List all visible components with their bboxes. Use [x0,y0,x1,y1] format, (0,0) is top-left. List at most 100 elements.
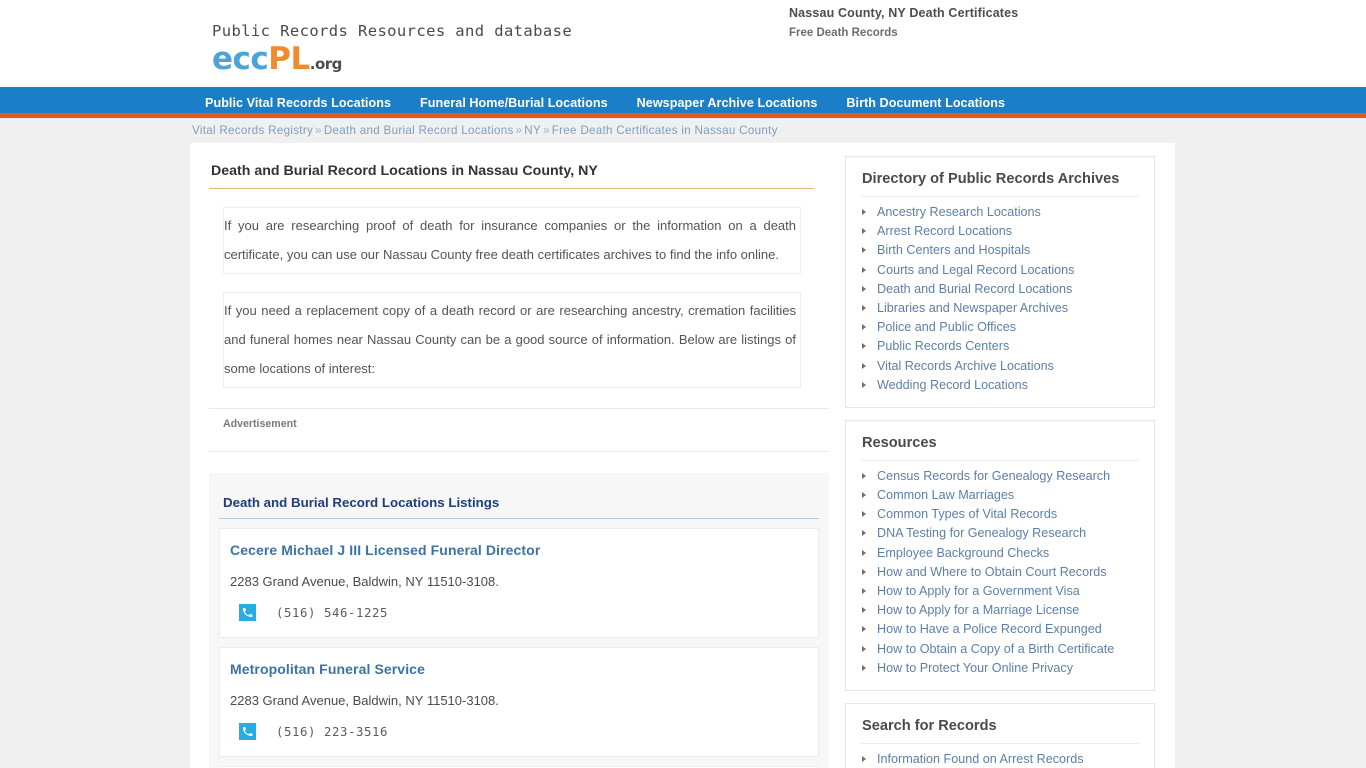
sidebar-box-resources: Resources Census Records for Genealogy R… [845,419,1155,691]
sidebar-link[interactable]: Arrest Record Locations [877,224,1012,238]
arrow-right-icon [862,664,866,671]
arrow-right-icon [862,588,866,594]
sidebar-link[interactable]: How to Obtain a Copy of a Birth Certific… [877,642,1114,656]
list-item[interactable]: How to Apply for a Marriage License [860,603,1140,618]
breadcrumb-item-current: Free Death Certificates in Nassau County [551,124,778,137]
arrow-right-icon [862,324,866,331]
breadcrumb: Vital Records Registry» Death and Burial … [192,124,778,137]
list-item[interactable]: How to Protect Your Online Privacy [860,661,1140,676]
sidebar-link[interactable]: Libraries and Newspaper Archives [877,301,1068,315]
list-item[interactable]: Police and Public Offices [860,320,1140,335]
arrow-right-icon [862,285,866,292]
listing-card: Cecere Michael J III Licensed Funeral Di… [219,528,819,638]
sidebar-link[interactable]: Census Records for Genealogy Research [877,469,1110,483]
listing-name[interactable]: Metropolitan Funeral Service [230,661,806,677]
listings-section-title: Death and Burial Record Locations Listin… [219,495,819,519]
nav-item-birth-document-locations[interactable]: Birth Document Locations [846,96,1005,110]
sidebar-link[interactable]: How to Have a Police Record Expunged [877,622,1102,636]
list-item[interactable]: Libraries and Newspaper Archives [860,301,1140,316]
list-item[interactable]: Courts and Legal Record Locations [860,263,1140,278]
breadcrumb-separator: » [543,124,550,137]
arrow-right-icon [862,492,866,499]
list-item[interactable]: Wedding Record Locations [860,378,1140,393]
list-item[interactable]: Public Records Centers [860,339,1140,354]
arrow-right-icon [862,247,866,254]
page-title: Death and Burial Record Locations in Nas… [209,155,814,189]
sidebar-link[interactable]: How to Apply for a Marriage License [877,603,1079,617]
listing-address: 2283 Grand Avenue, Baldwin, NY 11510-310… [230,693,499,708]
arrow-right-icon [862,626,866,633]
page-shell: Death and Burial Record Locations in Nas… [0,143,1366,768]
list-item[interactable]: How and Where to Obtain Court Records [860,565,1140,580]
arrow-right-icon [862,266,866,273]
sidebar-link[interactable]: Ancestry Research Locations [877,205,1041,219]
nav-item-funeral-home-burial-locations[interactable]: Funeral Home/Burial Locations [420,96,608,110]
sidebar-link[interactable]: DNA Testing for Genealogy Research [877,526,1086,540]
arrow-right-icon [862,530,866,537]
sidebar-link[interactable]: How and Where to Obtain Court Records [877,565,1107,579]
brand-block[interactable]: Public Records Resources and database ec… [212,22,572,75]
breadcrumb-bar: Vital Records Registry» Death and Burial … [0,118,1366,143]
breadcrumb-item-death-and-burial-record-locations[interactable]: Death and Burial Record Locations [324,124,514,137]
listing-phone-row[interactable]: (516) 546-1225 [230,604,806,621]
sidebar-box-directory: Directory of Public Records Archives Anc… [845,156,1155,408]
listing-name[interactable]: Cecere Michael J III Licensed Funeral Di… [230,542,806,558]
nav-item-public-vital-records-locations[interactable]: Public Vital Records Locations [205,96,391,110]
breadcrumb-item-vital-records-registry[interactable]: Vital Records Registry [192,124,313,137]
logo-text-pl: PL [268,41,310,77]
sidebar-link[interactable]: Death and Burial Record Locations [877,282,1072,296]
sidebar-link[interactable]: Police and Public Offices [877,320,1016,334]
sidebar-link-list: Census Records for Genealogy Research Co… [860,469,1140,676]
list-item[interactable]: How to Have a Police Record Expunged [860,622,1140,637]
sidebar-link-list: Information Found on Arrest Records Morm… [860,752,1140,768]
advertisement-label: Advertisement [223,418,297,430]
header-page-heading: Nassau County, NY Death Certificates Fre… [789,6,1018,39]
list-item[interactable]: How to Apply for a Government Visa [860,584,1140,599]
sidebar-link[interactable]: Birth Centers and Hospitals [877,243,1030,257]
sidebar-link[interactable]: Vital Records Archive Locations [877,359,1054,373]
breadcrumb-item-ny[interactable]: NY [524,124,541,137]
sidebar-link[interactable]: Information Found on Arrest Records [877,752,1084,766]
listing-address: 2283 Grand Avenue, Baldwin, NY 11510-310… [230,574,499,589]
nav-item-newspaper-archive-locations[interactable]: Newspaper Archive Locations [637,96,818,110]
sidebar-link-list: Ancestry Research Locations Arrest Recor… [860,205,1140,393]
sidebar-link[interactable]: Public Records Centers [877,339,1009,353]
content-container: Death and Burial Record Locations in Nas… [190,143,1175,768]
breadcrumb-separator: » [315,124,322,137]
sidebar-link[interactable]: Employee Background Checks [877,546,1049,560]
arrow-right-icon [862,607,866,614]
sidebar-box-title: Directory of Public Records Archives [860,168,1140,197]
list-item[interactable]: Death and Burial Record Locations [860,282,1140,297]
sidebar-link[interactable]: How to Protect Your Online Privacy [877,661,1073,675]
list-item[interactable]: Census Records for Genealogy Research [860,469,1140,484]
arrow-right-icon [862,304,866,311]
list-item[interactable]: Employee Background Checks [860,546,1140,561]
arrow-right-icon [862,549,866,556]
sidebar-link[interactable]: Wedding Record Locations [877,378,1028,392]
list-item[interactable]: Information Found on Arrest Records [860,752,1140,767]
list-item[interactable]: Arrest Record Locations [860,224,1140,239]
listing-phone-row[interactable]: (516) 223-3516 [230,723,806,740]
list-item[interactable]: Common Types of Vital Records [860,507,1140,522]
site-logo[interactable]: eccPL.org [212,44,572,75]
nav-items: Public Vital Records Locations Funeral H… [190,87,1005,118]
list-item[interactable]: How to Obtain a Copy of a Birth Certific… [860,642,1140,657]
listing-phone-number[interactable]: (516) 546-1225 [276,606,388,620]
main-content: Death and Burial Record Locations in Nas… [190,143,845,768]
main-navigation: Public Vital Records Locations Funeral H… [0,87,1366,118]
list-item[interactable]: Birth Centers and Hospitals [860,243,1140,258]
arrow-right-icon [862,755,866,762]
listing-phone-number[interactable]: (516) 223-3516 [276,725,388,739]
sidebar-link[interactable]: Common Types of Vital Records [877,507,1057,521]
arrow-right-icon [862,511,866,518]
sidebar-link[interactable]: Common Law Marriages [877,488,1014,502]
sidebar-link[interactable]: Courts and Legal Record Locations [877,263,1074,277]
sidebar-link[interactable]: How to Apply for a Government Visa [877,584,1080,598]
list-item[interactable]: Common Law Marriages [860,488,1140,503]
list-item[interactable]: Ancestry Research Locations [860,205,1140,220]
list-item[interactable]: Vital Records Archive Locations [860,359,1140,374]
list-item[interactable]: DNA Testing for Genealogy Research [860,526,1140,541]
sidebar: Directory of Public Records Archives Anc… [845,143,1175,768]
arrow-right-icon [862,228,866,235]
listing-card: Metropolitan Funeral Service 2283 Grand … [219,647,819,757]
